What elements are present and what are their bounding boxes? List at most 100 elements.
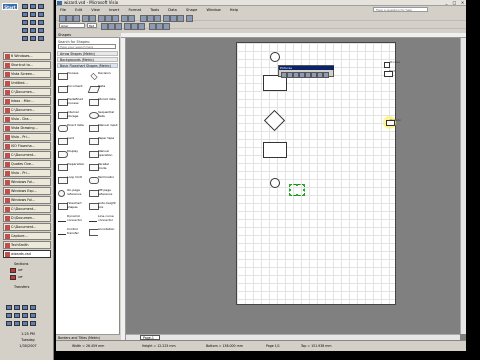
undo-icon[interactable] bbox=[121, 15, 128, 22]
help-search-input[interactable]: Type a question for help bbox=[373, 7, 428, 12]
selection-handle[interactable] bbox=[289, 194, 291, 196]
menu-help[interactable]: Help bbox=[230, 8, 238, 12]
font-select[interactable]: Arial bbox=[59, 23, 85, 28]
start-button[interactable]: Start bbox=[2, 3, 18, 10]
taskbar-button[interactable]: Windows Fol... bbox=[3, 178, 51, 186]
quick-launch-icon[interactable] bbox=[22, 20, 28, 25]
tray-icon[interactable] bbox=[30, 305, 36, 310]
minimize-button[interactable]: _ bbox=[443, 0, 450, 5]
taskbar-button[interactable]: C:\Documen... bbox=[3, 106, 51, 114]
rectangle-icon[interactable] bbox=[163, 15, 170, 22]
flowchart-start-circle[interactable] bbox=[270, 52, 280, 62]
selection-handle[interactable] bbox=[296, 194, 298, 196]
quick-launch-icon[interactable] bbox=[38, 28, 44, 33]
font-color-icon[interactable] bbox=[149, 23, 156, 30]
network-icon[interactable] bbox=[10, 268, 16, 273]
taskbar-button-active[interactable]: wizards.vsd bbox=[3, 250, 51, 258]
new-icon[interactable] bbox=[59, 15, 66, 22]
tray-icon[interactable] bbox=[6, 321, 12, 326]
menu-shape[interactable]: Shape bbox=[186, 8, 197, 12]
taskbar-button[interactable]: Vista Screen... bbox=[3, 70, 51, 78]
align-center-icon[interactable] bbox=[131, 23, 138, 30]
menu-insert[interactable]: Insert bbox=[109, 8, 119, 12]
taskbar-button[interactable]: Visio - Pri... bbox=[3, 169, 51, 177]
tray-icon[interactable] bbox=[30, 321, 36, 326]
copy-icon[interactable] bbox=[105, 15, 112, 22]
taskbar-button[interactable]: 6 Windows... bbox=[3, 52, 51, 60]
taskbar-button[interactable]: Visio - Pri... bbox=[3, 133, 51, 141]
tray-icon[interactable] bbox=[22, 313, 28, 318]
quick-launch-icon[interactable] bbox=[30, 12, 36, 17]
shape-auto-height-box[interactable]: Auto-height box bbox=[88, 201, 118, 213]
quick-launch-icon[interactable] bbox=[30, 20, 36, 25]
menu-edit[interactable]: Edit bbox=[75, 8, 82, 12]
shape-flowchart-shapes[interactable]: Flowchart shapes bbox=[57, 201, 87, 213]
shape-display[interactable]: Display bbox=[57, 149, 87, 161]
quick-launch-icon[interactable] bbox=[38, 12, 44, 17]
preview-icon[interactable] bbox=[89, 15, 96, 22]
shape-document[interactable]: Document bbox=[57, 84, 87, 96]
redo-icon[interactable] bbox=[128, 15, 135, 22]
maximize-button[interactable]: □ bbox=[451, 0, 458, 5]
shape-manual-operation[interactable]: Manual operation bbox=[88, 149, 118, 161]
taskbar-button[interactable]: Visio - Dra... bbox=[3, 115, 51, 123]
selection-handle[interactable] bbox=[303, 184, 305, 186]
shape-decision[interactable]: Decision bbox=[88, 71, 118, 83]
shape-dynamic-connector[interactable]: Dynamic connector bbox=[57, 214, 87, 226]
shape-predefined-process[interactable]: Predefined process bbox=[57, 97, 87, 109]
stencil-tab-basic-flowchart[interactable]: Basic Flowchart Shapes (Metric) bbox=[57, 63, 118, 68]
pictures-floating-toolbar[interactable]: Pictures bbox=[278, 65, 334, 78]
shape-off-page-reference[interactable]: Off-page reference bbox=[88, 188, 118, 200]
taskbar-button[interactable]: ISO Flowcha... bbox=[3, 142, 51, 150]
menu-view[interactable]: View bbox=[91, 8, 100, 12]
font-size-select[interactable]: 8pt bbox=[87, 23, 97, 28]
menu-window[interactable]: Window bbox=[206, 8, 220, 12]
taskbar-button[interactable]: Untitled... bbox=[3, 79, 51, 87]
shape-annotation[interactable]: Annotation bbox=[88, 227, 118, 239]
quick-launch-icon[interactable] bbox=[22, 36, 28, 41]
align-right-icon[interactable] bbox=[138, 23, 145, 30]
connector-icon[interactable] bbox=[147, 15, 154, 22]
underline-icon[interactable] bbox=[115, 23, 122, 30]
selected-shape[interactable] bbox=[289, 184, 305, 196]
line-icon[interactable] bbox=[177, 15, 184, 22]
shape-terminator[interactable]: Terminator bbox=[88, 175, 118, 187]
shape-loop-limit[interactable]: Loop limit bbox=[57, 175, 87, 187]
quick-launch-icon[interactable] bbox=[22, 28, 28, 33]
paste-icon[interactable] bbox=[112, 15, 119, 22]
close-button[interactable]: × bbox=[459, 0, 466, 5]
tray-icon[interactable] bbox=[6, 313, 12, 318]
tray-icon[interactable] bbox=[14, 321, 20, 326]
tray-icon[interactable] bbox=[22, 305, 28, 310]
taskbar-button[interactable]: Capture... bbox=[3, 232, 51, 240]
shape-line-curve-connector[interactable]: Line-curve connector bbox=[88, 214, 118, 226]
stencil-tab-arrow-shapes[interactable]: Arrow Shapes (Metric) bbox=[57, 51, 118, 56]
shape-card[interactable]: Card bbox=[57, 136, 87, 148]
taskbar-button[interactable]: Quotes Ove... bbox=[3, 160, 51, 168]
taskbar-button[interactable]: Shortcut to... bbox=[3, 61, 51, 69]
taskbar-button[interactable]: C:\Documen... bbox=[3, 88, 51, 96]
taskbar-button[interactable]: Vista Drawing... bbox=[3, 124, 51, 132]
shape-parallel-mode[interactable]: Parallel mode bbox=[88, 162, 118, 174]
ellipse-icon[interactable] bbox=[170, 15, 177, 22]
vertical-scrollbar[interactable] bbox=[460, 38, 466, 334]
shape-preparation[interactable]: Preparation bbox=[57, 162, 87, 174]
tray-icon[interactable] bbox=[14, 305, 20, 310]
pointer-icon[interactable] bbox=[140, 15, 147, 22]
quick-launch-icon[interactable] bbox=[22, 4, 28, 9]
selection-handle[interactable] bbox=[303, 194, 305, 196]
selection-handle[interactable] bbox=[289, 189, 291, 191]
quick-launch-icon[interactable] bbox=[38, 36, 44, 41]
italic-icon[interactable] bbox=[108, 23, 115, 30]
shape-internal-storage[interactable]: Internal storage bbox=[57, 110, 87, 122]
format-picture-icon[interactable] bbox=[323, 72, 329, 78]
flowchart-end-circle[interactable] bbox=[270, 178, 280, 188]
taskbar-button[interactable]: D:\Documen... bbox=[3, 214, 51, 222]
cut-icon[interactable] bbox=[98, 15, 105, 22]
menu-file[interactable]: File bbox=[60, 8, 66, 12]
selection-handle[interactable] bbox=[303, 189, 305, 191]
shape-manual-input[interactable]: Manual input bbox=[88, 123, 118, 135]
shape-sequential-data[interactable]: Sequential data bbox=[88, 110, 118, 122]
taskbar-button[interactable]: C:\Document... bbox=[3, 223, 51, 231]
tray-icon[interactable] bbox=[14, 313, 20, 318]
